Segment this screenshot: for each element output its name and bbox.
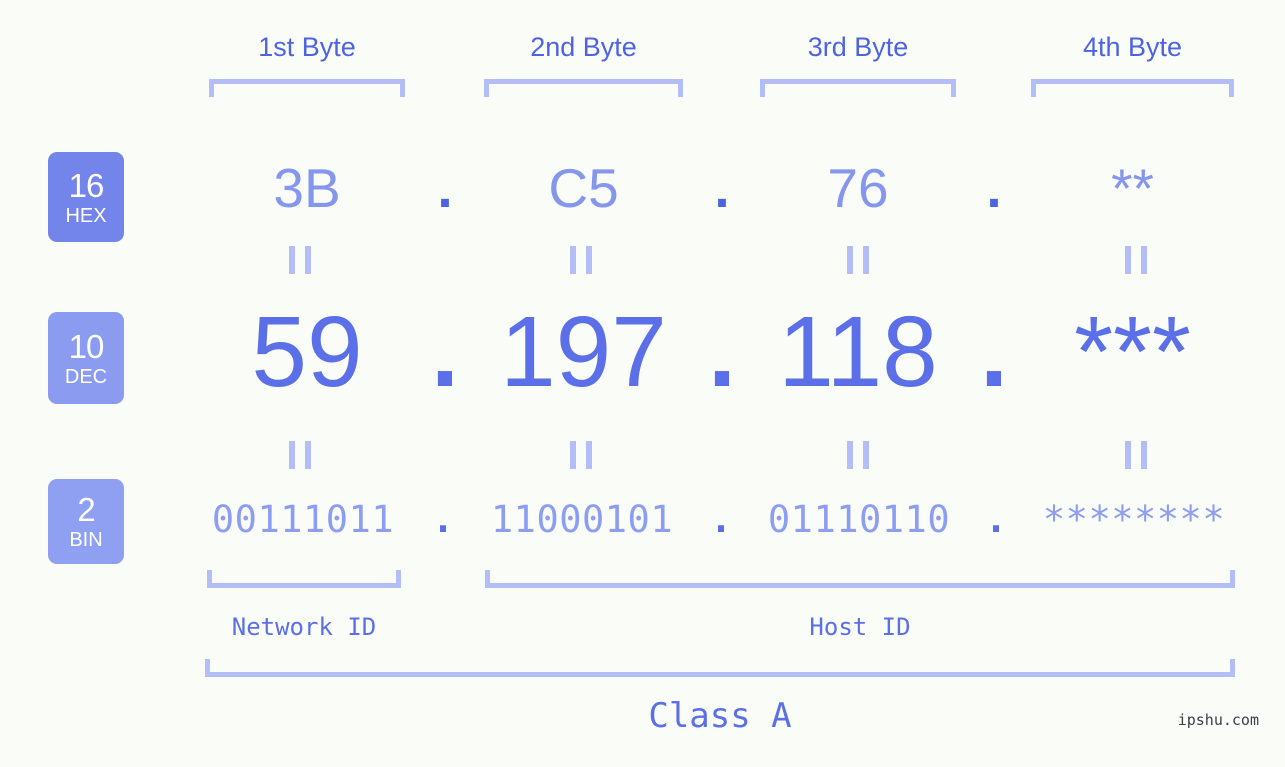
dec-byte-1: 59 [251, 296, 363, 408]
base-badge-hex-label: HEX [65, 204, 107, 227]
byte-bracket-4 [1031, 79, 1234, 97]
dec-separator-1: . [431, 296, 459, 408]
base-badge-hex: 16 HEX [48, 152, 124, 242]
dec-separator-2: . [708, 296, 736, 408]
bin-separator-2: . [709, 498, 733, 541]
dec-byte-3: 118 [778, 296, 938, 408]
network-id-label: Network ID [231, 613, 377, 641]
hex-byte-3: 76 [827, 157, 889, 219]
equals-marker-hex-dec-2 [570, 246, 592, 274]
base-badge-bin: 2 BIN [48, 479, 124, 564]
equals-marker-hex-dec-3 [847, 246, 869, 274]
hex-separator-3: . [986, 157, 1002, 219]
bin-separator-3: . [984, 498, 1008, 541]
byte-bracket-3 [760, 79, 956, 97]
equals-marker-dec-bin-4 [1125, 441, 1147, 469]
bin-separator-1: . [431, 498, 455, 541]
hex-separator-1: . [437, 157, 453, 219]
base-badge-hex-number: 16 [68, 166, 105, 204]
byte-bracket-1 [209, 79, 405, 97]
equals-marker-dec-bin-3 [847, 441, 869, 469]
base-badge-dec-number: 10 [68, 327, 105, 365]
equals-marker-hex-dec-4 [1125, 246, 1147, 274]
byte-bracket-2 [484, 79, 683, 97]
equals-marker-dec-bin-2 [570, 441, 592, 469]
ip-breakdown-diagram: 1st Byte 2nd Byte 3rd Byte 4th Byte 16 H… [0, 0, 1285, 767]
bin-byte-2: 11000101 [490, 498, 674, 541]
base-badge-bin-label: BIN [69, 529, 103, 551]
host-id-bracket [485, 570, 1235, 588]
hex-byte-2: C5 [548, 157, 619, 219]
byte-header-2: 2nd Byte [530, 32, 637, 62]
byte-header-1: 1st Byte [258, 32, 356, 62]
byte-header-3: 3rd Byte [807, 32, 909, 62]
dec-byte-2: 197 [500, 296, 667, 408]
equals-marker-hex-dec-1 [289, 246, 311, 274]
dec-separator-3: . [980, 296, 1008, 408]
class-bracket [205, 659, 1235, 677]
base-badge-dec-label: DEC [64, 365, 108, 388]
network-id-bracket [207, 570, 401, 588]
bin-byte-4: ******** [1042, 498, 1226, 541]
hex-byte-4: ** [1111, 157, 1154, 219]
site-watermark: ipshu.com [1177, 711, 1259, 729]
dec-byte-4: *** [1074, 296, 1191, 408]
hex-separator-2: . [714, 157, 730, 219]
equals-marker-dec-bin-1 [289, 441, 311, 469]
base-badge-dec: 10 DEC [48, 312, 124, 404]
hex-byte-1: 3B [273, 157, 341, 219]
host-id-label: Host ID [809, 613, 911, 641]
bin-byte-3: 01110110 [767, 498, 951, 541]
byte-header-4: 4th Byte [1082, 32, 1183, 62]
bin-byte-1: 00111011 [211, 498, 395, 541]
base-badge-bin-number: 2 [77, 491, 95, 528]
class-label: Class A [648, 696, 792, 736]
